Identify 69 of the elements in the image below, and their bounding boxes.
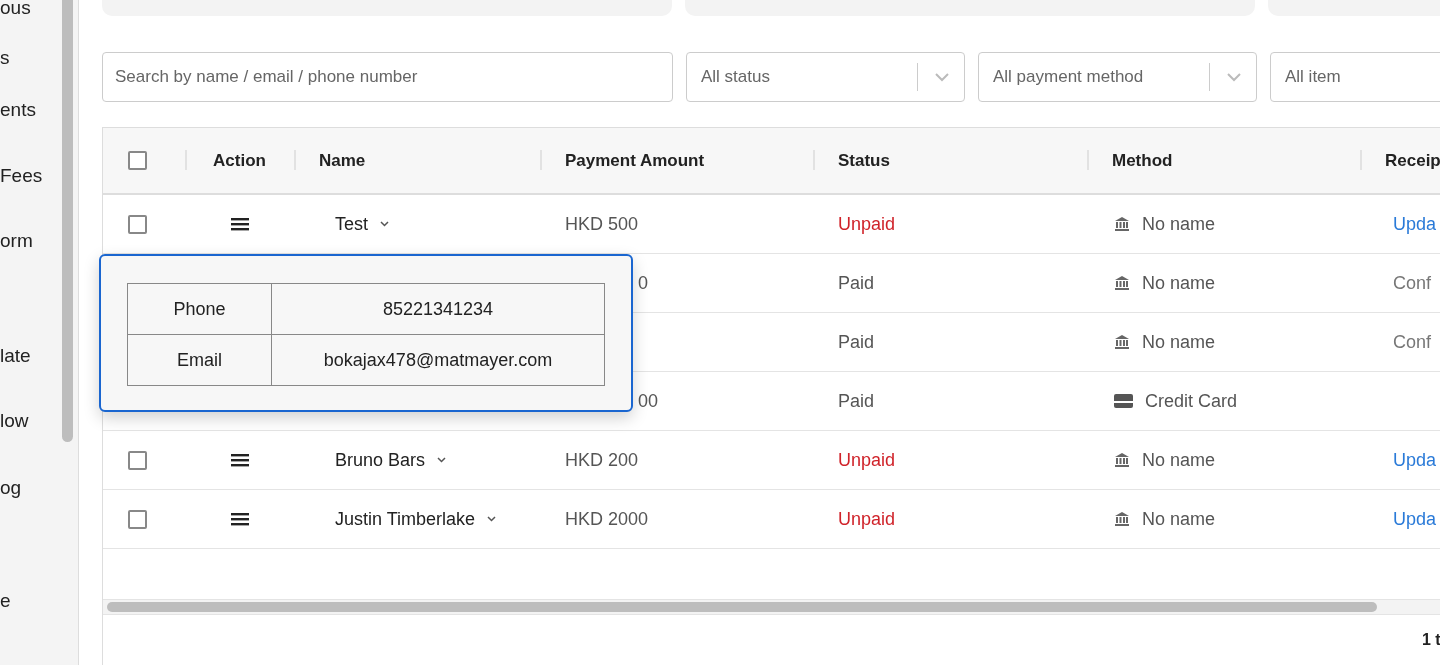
status-text: Paid bbox=[838, 390, 875, 412]
chevron-down-icon[interactable] bbox=[437, 457, 447, 463]
sidebar-item[interactable]: og bbox=[0, 476, 62, 500]
select-all-checkbox[interactable] bbox=[128, 151, 147, 170]
row-checkbox[interactable] bbox=[128, 214, 147, 234]
table-cell: 0 bbox=[638, 272, 648, 294]
table-cell: No name bbox=[1142, 508, 1216, 530]
filter-dropdown[interactable]: All payment method bbox=[978, 52, 1257, 102]
table-cell: Credit Card bbox=[1145, 390, 1238, 412]
filter-dropdown[interactable]: All status bbox=[686, 52, 965, 102]
table-cell: Conf bbox=[1393, 331, 1432, 353]
table-cell: 00 bbox=[638, 390, 659, 412]
chevron-down-icon[interactable] bbox=[380, 221, 389, 227]
table-cell: 85221341234 bbox=[271, 283, 605, 335]
bank-icon bbox=[1114, 216, 1130, 232]
table-cell: Justin Timberlake bbox=[335, 508, 476, 530]
status-text: Unpaid bbox=[838, 213, 896, 235]
chevron-down-icon bbox=[1226, 72, 1242, 82]
sidebar-item[interactable]: e bbox=[0, 589, 62, 613]
credit-card-icon bbox=[1114, 394, 1133, 408]
table-cell: HKD 2000 bbox=[565, 508, 649, 530]
search-field[interactable]: Search by name / email / phone number bbox=[102, 52, 673, 102]
bank-icon bbox=[1114, 452, 1130, 468]
sidebar-scrollbar[interactable] bbox=[62, 0, 79, 665]
sidebar-item[interactable]: low bbox=[0, 409, 62, 433]
sidebar-item[interactable]: s bbox=[0, 46, 62, 70]
row-checkbox[interactable] bbox=[128, 509, 147, 529]
column-header: Method bbox=[1112, 150, 1173, 171]
bank-icon bbox=[1114, 275, 1130, 291]
table-cell: HKD 200 bbox=[565, 449, 639, 471]
table-cell: No name bbox=[1142, 213, 1216, 235]
bank-icon bbox=[1114, 334, 1130, 350]
table-cell: Test bbox=[335, 213, 368, 235]
table-cell: HKD 500 bbox=[565, 213, 639, 235]
table-cell: Bruno Bars bbox=[335, 449, 426, 471]
update-link[interactable]: Upda bbox=[1393, 508, 1437, 530]
menu-icon[interactable] bbox=[230, 217, 249, 231]
filter-dropdown[interactable]: All item bbox=[1270, 52, 1440, 102]
update-link[interactable]: Upda bbox=[1393, 213, 1437, 235]
chevron-down-icon[interactable] bbox=[487, 516, 497, 522]
column-header: Payment Amount bbox=[565, 150, 705, 171]
table-cell: No name bbox=[1142, 272, 1216, 294]
status-text: Unpaid bbox=[838, 449, 896, 471]
sidebar-item[interactable]: Fees bbox=[0, 164, 62, 188]
table-cell: No name bbox=[1142, 449, 1216, 471]
table-cell: Phone bbox=[127, 283, 272, 335]
sidebar-item[interactable]: late bbox=[0, 344, 62, 368]
horizontal-scrollbar[interactable] bbox=[103, 599, 1440, 615]
table-cell: Conf bbox=[1393, 272, 1432, 294]
pagination-text: 1 t bbox=[1422, 631, 1440, 649]
row-checkbox[interactable] bbox=[128, 450, 147, 470]
status-text: Paid bbox=[838, 272, 875, 294]
chevron-down-icon bbox=[934, 72, 950, 82]
sidebar-item[interactable]: ous bbox=[0, 0, 62, 20]
status-text: Unpaid bbox=[838, 508, 896, 530]
sidebar-item[interactable]: ents bbox=[0, 98, 62, 122]
column-header: Action bbox=[213, 150, 266, 171]
column-header: Name bbox=[319, 150, 366, 171]
bank-icon bbox=[1114, 511, 1130, 527]
column-header: Receip bbox=[1385, 150, 1440, 171]
update-link[interactable]: Upda bbox=[1393, 449, 1437, 471]
status-text: Paid bbox=[838, 331, 875, 353]
column-header: Status bbox=[838, 150, 890, 171]
menu-icon[interactable] bbox=[230, 453, 249, 467]
table-cell: No name bbox=[1142, 331, 1216, 353]
menu-icon[interactable] bbox=[230, 512, 249, 526]
table-cell: bokajax478@matmayer.com bbox=[271, 334, 605, 386]
table-cell: Email bbox=[127, 334, 272, 386]
sidebar-item[interactable]: orm bbox=[0, 229, 62, 253]
